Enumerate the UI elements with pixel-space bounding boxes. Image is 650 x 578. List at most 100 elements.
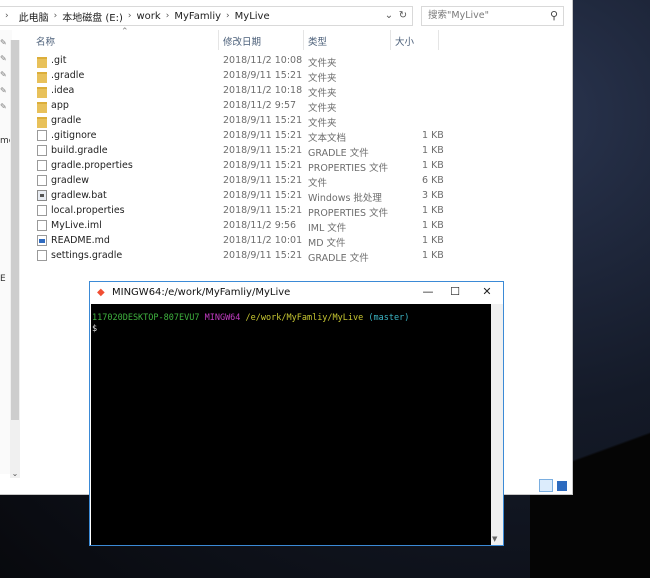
file-size: 1 KB bbox=[422, 220, 444, 231]
file-list: .git 2018/11/2 10:08 文件夹 .gradle 2018/9/11 1… bbox=[34, 54, 454, 264]
folder-icon bbox=[37, 57, 47, 68]
column-header-name[interactable]: 名称 bbox=[36, 34, 55, 48]
breadcrumb-work[interactable]: work bbox=[132, 11, 166, 22]
nav-scrollbar[interactable]: ⌄ bbox=[10, 40, 20, 478]
file-row[interactable]: README.md 2018/11/2 10:01 MD 文件 1 KB bbox=[34, 234, 454, 249]
file-date: 2018/9/11 15:21 bbox=[223, 190, 303, 201]
file-row[interactable]: .gitignore 2018/9/11 15:21 文本文档 1 KB bbox=[34, 129, 454, 144]
details-view-icon[interactable] bbox=[539, 479, 553, 492]
scroll-down-icon[interactable]: ⌄ bbox=[10, 469, 20, 478]
file-type: 文件 bbox=[308, 178, 328, 189]
terminal-output[interactable]: 117020DESKTOP-807EVU7 MINGW64 /e/work/My… bbox=[91, 304, 491, 545]
file-date: 2018/9/11 15:21 bbox=[223, 205, 303, 216]
file-row[interactable]: settings.gradle 2018/9/11 15:21 GRADLE 文件 1… bbox=[34, 249, 454, 264]
file-date: 2018/9/11 15:21 bbox=[223, 160, 303, 171]
file-date: 2018/9/11 15:21 bbox=[223, 70, 303, 81]
column-header-date[interactable]: 修改日期 bbox=[223, 34, 261, 48]
file-row[interactable]: MyLive.iml 2018/11/2 9:56 IML 文件 1 KB bbox=[34, 219, 454, 234]
file-type: 文件夹 bbox=[308, 58, 337, 69]
file-size: 1 KB bbox=[422, 130, 444, 141]
file-icon bbox=[37, 145, 47, 156]
breadcrumb-drive-e[interactable]: 本地磁盘 (E:) bbox=[57, 9, 128, 24]
git-bash-icon: ◆ bbox=[97, 287, 105, 298]
terminal-scrollbar[interactable]: ▼ bbox=[491, 304, 503, 545]
pin-icon: ✎ bbox=[0, 38, 7, 47]
file-icon bbox=[37, 250, 47, 261]
file-name: README.md bbox=[51, 235, 110, 246]
file-size: 1 KB bbox=[422, 235, 444, 246]
terminal-titlebar[interactable]: ◆ MINGW64:/e/work/MyFamliy/MyLive — ☐ ✕ bbox=[90, 282, 503, 304]
file-name: .git bbox=[51, 55, 67, 66]
file-row[interactable]: .idea 2018/11/2 10:18 文件夹 bbox=[34, 84, 454, 99]
file-type: IML 文件 bbox=[308, 223, 347, 234]
search-placeholder: 搜索"MyLive" bbox=[428, 10, 489, 21]
file-row[interactable]: gradle 2018/9/11 15:21 文件夹 bbox=[34, 114, 454, 129]
folder-icon bbox=[37, 117, 47, 128]
pin-icon: ✎ bbox=[0, 70, 7, 79]
file-type: GRADLE 文件 bbox=[308, 253, 369, 264]
column-header-size[interactable]: 大小 bbox=[395, 34, 414, 48]
file-date: 2018/11/2 10:01 bbox=[223, 235, 303, 246]
column-divider[interactable] bbox=[218, 30, 219, 50]
breadcrumb-myfamliy[interactable]: MyFamliy bbox=[169, 11, 226, 22]
scrollbar-thumb[interactable] bbox=[11, 40, 19, 420]
file-row[interactable]: build.gradle 2018/9/11 15:21 GRADLE 文件 1 KB bbox=[34, 144, 454, 159]
file-icon bbox=[37, 220, 47, 231]
file-date: 2018/9/11 15:21 bbox=[223, 130, 303, 141]
file-icon bbox=[37, 130, 47, 141]
maximize-icon[interactable]: ☐ bbox=[447, 285, 463, 298]
file-row[interactable]: app 2018/11/2 9:57 文件夹 bbox=[34, 99, 454, 114]
file-size: 1 KB bbox=[422, 160, 444, 171]
command-input-line[interactable]: $ bbox=[92, 324, 97, 334]
file-row[interactable]: .git 2018/11/2 10:08 文件夹 bbox=[34, 54, 454, 69]
file-row[interactable]: local.properties 2018/9/11 15:21 PROPERTIE… bbox=[34, 204, 454, 219]
file-name: .idea bbox=[51, 85, 75, 96]
prompt-path: /e/work/MyFamliy/MyLive bbox=[245, 313, 364, 323]
pin-icon: ✎ bbox=[0, 54, 7, 63]
file-type: PROPERTIES 文件 bbox=[308, 163, 389, 174]
file-row[interactable]: gradle.properties 2018/9/11 15:21 PROPERTI… bbox=[34, 159, 454, 174]
file-size: 1 KB bbox=[422, 250, 444, 261]
file-type: Windows 批处理 bbox=[308, 193, 382, 204]
column-header-type[interactable]: 类型 bbox=[308, 34, 327, 48]
file-type: 文件夹 bbox=[308, 73, 337, 84]
file-name: settings.gradle bbox=[51, 250, 123, 261]
file-date: 2018/11/2 10:08 bbox=[223, 55, 303, 66]
large-icons-view-icon[interactable] bbox=[557, 481, 567, 491]
column-header-row: 名称 修改日期 类型 大小 bbox=[22, 30, 462, 50]
close-icon[interactable]: ✕ bbox=[479, 285, 495, 298]
pin-icon: ✎ bbox=[0, 86, 7, 95]
file-type: GRADLE 文件 bbox=[308, 148, 369, 159]
search-input[interactable]: 搜索"MyLive" ⚲ bbox=[421, 6, 564, 26]
markdown-file-icon bbox=[37, 235, 47, 246]
search-icon[interactable]: ⚲ bbox=[550, 7, 558, 25]
column-divider[interactable] bbox=[303, 30, 304, 50]
file-icon bbox=[37, 205, 47, 216]
column-divider[interactable] bbox=[390, 30, 391, 50]
file-size: 6 KB bbox=[422, 175, 444, 186]
breadcrumb-this-pc[interactable]: 此电脑 bbox=[14, 9, 54, 24]
column-divider[interactable] bbox=[438, 30, 439, 50]
minimize-icon[interactable]: — bbox=[420, 285, 436, 298]
file-row[interactable]: gradlew.bat 2018/9/11 15:21 Windows 批处理 3 K… bbox=[34, 189, 454, 204]
file-type: 文件夹 bbox=[308, 118, 337, 129]
file-name: gradlew bbox=[51, 175, 90, 186]
git-bash-terminal-window[interactable]: ◆ MINGW64:/e/work/MyFamliy/MyLive — ☐ ✕ … bbox=[89, 281, 504, 546]
file-type: 文件夹 bbox=[308, 103, 337, 114]
file-row[interactable]: gradlew 2018/9/11 15:21 文件 6 KB bbox=[34, 174, 454, 189]
scroll-down-icon[interactable]: ▼ bbox=[492, 535, 497, 543]
file-name: gradle.properties bbox=[51, 160, 133, 171]
file-type: 文本文档 bbox=[308, 133, 347, 144]
file-row[interactable]: .gradle 2018/9/11 15:21 文件夹 bbox=[34, 69, 454, 84]
chevron-down-icon[interactable]: ⌄ bbox=[382, 7, 396, 25]
file-type: 文件夹 bbox=[308, 88, 337, 99]
refresh-icon[interactable]: ↻ bbox=[396, 7, 410, 25]
file-date: 2018/11/2 9:56 bbox=[223, 220, 297, 231]
file-date: 2018/9/11 15:21 bbox=[223, 175, 303, 186]
breadcrumb-mylive[interactable]: MyLive bbox=[230, 11, 275, 22]
nav-item-cut-label[interactable]: E bbox=[0, 274, 6, 284]
address-bar[interactable]: › 此电脑 › 本地磁盘 (E:) › work › MyFamliy › My… bbox=[0, 6, 413, 26]
file-name: local.properties bbox=[51, 205, 125, 216]
prompt-env: MINGW64 bbox=[204, 313, 241, 323]
breadcrumb-chevron-icon[interactable]: › bbox=[0, 11, 14, 21]
